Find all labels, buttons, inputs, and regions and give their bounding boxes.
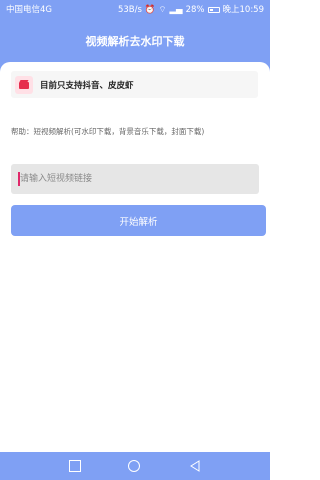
main-card: 目前只支持抖音、皮皮虾 帮助：短视频解析(可水印下载，背景音乐下载，封面下载) …	[0, 62, 270, 452]
clock: 晚上10:59	[222, 5, 265, 15]
signal-icon: ▂▄	[169, 5, 183, 15]
video-clapper-icon	[15, 75, 33, 94]
alarm-icon: ⏰	[144, 5, 156, 15]
back-icon[interactable]	[189, 460, 201, 472]
home-icon[interactable]	[128, 460, 140, 472]
status-right: 53B/s ⏰ ⌔ ▂▄ 28% 晚上10:59	[118, 0, 264, 20]
wifi-icon: ⌔	[158, 5, 167, 15]
text-caret	[18, 172, 20, 186]
notice-text: 目前只支持抖音、皮皮虾	[40, 80, 134, 91]
battery-percent: 28%	[185, 5, 205, 15]
system-nav-bar	[0, 452, 270, 480]
recent-apps-icon[interactable]	[69, 460, 81, 472]
start-parse-button[interactable]: 开始解析	[11, 205, 266, 236]
help-text: 帮助：短视频解析(可水印下载，背景音乐下载，封面下载)	[11, 127, 205, 136]
network-speed: 53B/s	[117, 5, 142, 15]
page-title: 视频解析去水印下载	[85, 35, 185, 48]
battery-icon	[207, 7, 220, 13]
supported-platforms-notice: 目前只支持抖音、皮皮虾	[11, 71, 258, 98]
video-link-input[interactable]	[11, 164, 259, 194]
carrier-text: 中国电信4G	[6, 5, 52, 15]
status-bar: 中国电信4G 53B/s ⏰ ⌔ ▂▄ 28% 晚上10:59	[0, 0, 270, 20]
